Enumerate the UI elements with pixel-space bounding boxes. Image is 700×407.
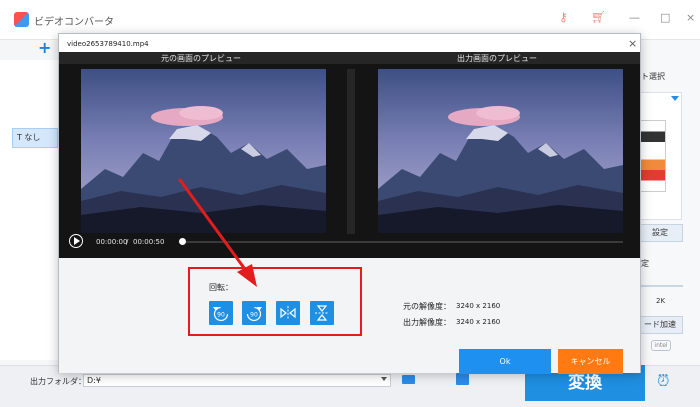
seek-bar[interactable] (182, 241, 623, 243)
seek-handle[interactable] (179, 238, 186, 245)
output-preview-label: 出力画面のプレビュー (457, 54, 537, 63)
subtitle-chip[interactable]: T なし (12, 128, 58, 148)
output-resolution-value: 3240 x 2160 (456, 318, 501, 326)
cart-icon[interactable]: 🛒︎ (591, 10, 606, 24)
cancel-button[interactable]: キャンセル (558, 349, 623, 374)
play-icon (74, 237, 80, 245)
key-icon[interactable]: ⚷ (559, 10, 568, 24)
dialog-title: video2653789410.mp4 (67, 40, 149, 48)
resolution-slider[interactable] (641, 285, 683, 287)
original-resolution-label: 元の解像度： (403, 302, 451, 311)
resolution-value: 2K (656, 297, 666, 305)
format-select-label: ト選択 (641, 72, 665, 81)
hw-accel-button[interactable]: ード加速 (637, 316, 683, 334)
folder-icon[interactable] (402, 375, 415, 384)
original-preview-label: 元の画面のプレビュー (161, 54, 241, 63)
dialog-footer (59, 346, 640, 373)
open-folder-icon[interactable] (456, 373, 469, 385)
add-file-icon[interactable]: + (38, 38, 51, 57)
alarm-icon[interactable]: ⏰︎ (657, 371, 669, 391)
current-time: 00:00:00 (96, 238, 128, 246)
close-icon[interactable]: × (628, 37, 637, 50)
chevron-down-icon (671, 96, 679, 101)
rotate-highlight-box (188, 267, 362, 336)
format-icon (640, 120, 666, 192)
chevron-down-icon[interactable] (381, 377, 387, 381)
minimize-icon[interactable]: — (629, 11, 640, 24)
intel-badge: intel (651, 340, 671, 351)
preview-divider (347, 69, 355, 257)
resolution-section-label: 定 (641, 259, 649, 268)
total-time: 00:00:50 (133, 238, 165, 246)
file-list-panel (0, 60, 58, 360)
ok-button[interactable]: Ok (459, 349, 551, 374)
output-preview-image (378, 69, 623, 233)
output-resolution-label: 出力解像度： (403, 318, 451, 327)
output-folder-input[interactable]: D:¥ (83, 374, 391, 387)
settings-button[interactable]: 設定 (637, 224, 683, 242)
original-preview-image (81, 69, 326, 233)
close-icon[interactable]: × (686, 11, 695, 24)
app-logo (14, 12, 29, 27)
app-title: ビデオコンバータ (34, 17, 114, 28)
preview-header (59, 52, 640, 64)
maximize-icon[interactable]: □ (660, 11, 670, 24)
time-separator: / (126, 238, 129, 246)
output-folder-label: 出力フォルダ： (30, 377, 86, 386)
original-resolution-value: 3240 x 2160 (456, 302, 501, 310)
